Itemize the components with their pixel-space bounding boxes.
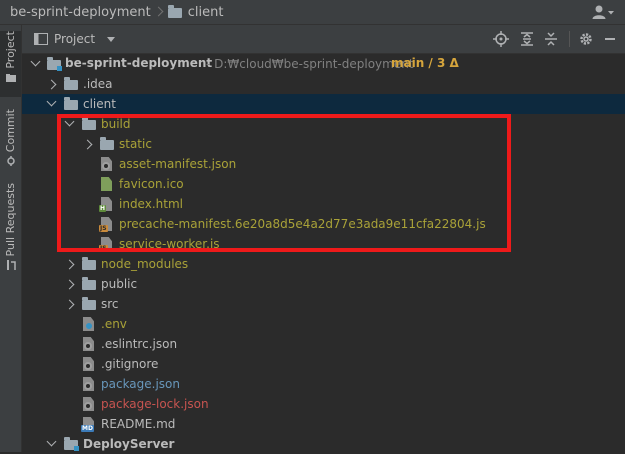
tree-item-label: package-lock.json <box>101 397 209 411</box>
tab-project-label: Project <box>4 31 17 69</box>
tree-row-idea[interactable]: .idea <box>22 74 625 94</box>
tree-item-label: .eslintrc.json <box>101 337 178 351</box>
expand-all-icon[interactable] <box>519 31 535 47</box>
folder-icon <box>63 76 79 92</box>
project-view-icon <box>34 33 48 45</box>
tree-row-node-modules[interactable]: node_modules <box>22 254 625 274</box>
folder-icon <box>81 276 97 292</box>
folder-icon <box>81 256 97 272</box>
chevron-right-icon[interactable] <box>66 280 74 288</box>
pull-request-icon <box>6 260 16 271</box>
collapse-all-icon[interactable] <box>543 31 559 47</box>
locate-icon[interactable] <box>493 31 509 47</box>
git-branch-status: main / 3 Δ <box>391 56 459 70</box>
tree-item-label: .gitignore <box>101 357 159 371</box>
json-file-icon <box>81 376 97 392</box>
tree-row-deployserver[interactable]: DeployServer <box>22 434 625 454</box>
tree-row-eslintrc[interactable]: .eslintrc.json <box>22 334 625 354</box>
tool-window-strip: Project Commit Pull Requests <box>0 25 22 452</box>
breadcrumb-project[interactable]: be-sprint-deployment <box>10 5 151 20</box>
markdown-file-icon: MD <box>81 416 97 432</box>
folder-icon <box>167 5 182 18</box>
tree-row-client[interactable]: client <box>22 94 625 114</box>
settings-icon[interactable] <box>578 31 594 47</box>
tree-row-public[interactable]: public <box>22 274 625 294</box>
chevron-down-icon[interactable] <box>31 59 39 67</box>
hide-icon[interactable] <box>602 31 618 47</box>
tree-item-label: public <box>101 277 138 291</box>
tree-row-env[interactable]: .env <box>22 314 625 334</box>
navigation-bar: be-sprint-deployment client <box>0 0 625 25</box>
tab-pull-requests-label: Pull Requests <box>4 183 17 257</box>
folder-icon <box>81 296 97 312</box>
highlight-box <box>57 114 511 252</box>
breadcrumb-folder[interactable]: client <box>188 5 224 20</box>
chevron-down-icon[interactable] <box>47 439 55 447</box>
commit-icon <box>6 156 15 167</box>
tree-row-gitignore[interactable]: .gitignore <box>22 354 625 374</box>
tab-commit-label: Commit <box>4 109 17 153</box>
tab-project[interactable]: Project <box>0 31 21 97</box>
folder-icon <box>63 96 79 112</box>
tree-item-label: .env <box>101 317 127 331</box>
toolbar-divider <box>569 31 570 47</box>
tree-row-package-json[interactable]: package.json <box>22 374 625 394</box>
module-folder-icon <box>46 56 62 72</box>
chevron-right-icon[interactable] <box>66 260 74 268</box>
json-file-icon <box>81 336 97 352</box>
root-project-name: be-sprint-deployment <box>65 56 213 70</box>
tree-item-label: src <box>101 297 119 311</box>
gitignore-file-icon <box>81 356 97 372</box>
tree-row-package-lock[interactable]: package-lock.json <box>22 394 625 414</box>
tab-commit[interactable]: Commit <box>0 109 21 171</box>
folder-icon <box>5 73 16 82</box>
tree-item-label: package.json <box>101 377 181 391</box>
tab-pull-requests[interactable]: Pull Requests <box>0 183 21 275</box>
chevron-right-icon[interactable] <box>48 80 56 88</box>
json-file-icon <box>81 396 97 412</box>
module-folder-icon <box>63 436 79 452</box>
tree-row-root[interactable]: be-sprint-deployment - D:₩cloud₩be-sprin… <box>22 54 625 74</box>
root-project-path: - D:₩cloud₩be-sprint-deployment <box>206 57 414 71</box>
env-file-icon <box>81 316 97 332</box>
chevron-down-icon[interactable] <box>107 36 116 42</box>
chevron-down-icon[interactable] <box>47 99 55 107</box>
breadcrumb-separator-icon <box>155 6 162 18</box>
project-panel-header: Project <box>22 25 625 54</box>
tree-item-label: DeployServer <box>83 437 175 451</box>
panel-title[interactable]: Project <box>54 32 95 46</box>
tree-item-label: client <box>83 97 116 111</box>
tree-row-src[interactable]: src <box>22 294 625 314</box>
tree-item-label: node_modules <box>101 257 189 271</box>
tree-row-readme[interactable]: MD README.md <box>22 414 625 434</box>
user-icon[interactable] <box>591 4 615 20</box>
tree-item-label: .idea <box>83 77 113 91</box>
tree-item-label: README.md <box>101 417 176 431</box>
chevron-right-icon[interactable] <box>66 300 74 308</box>
